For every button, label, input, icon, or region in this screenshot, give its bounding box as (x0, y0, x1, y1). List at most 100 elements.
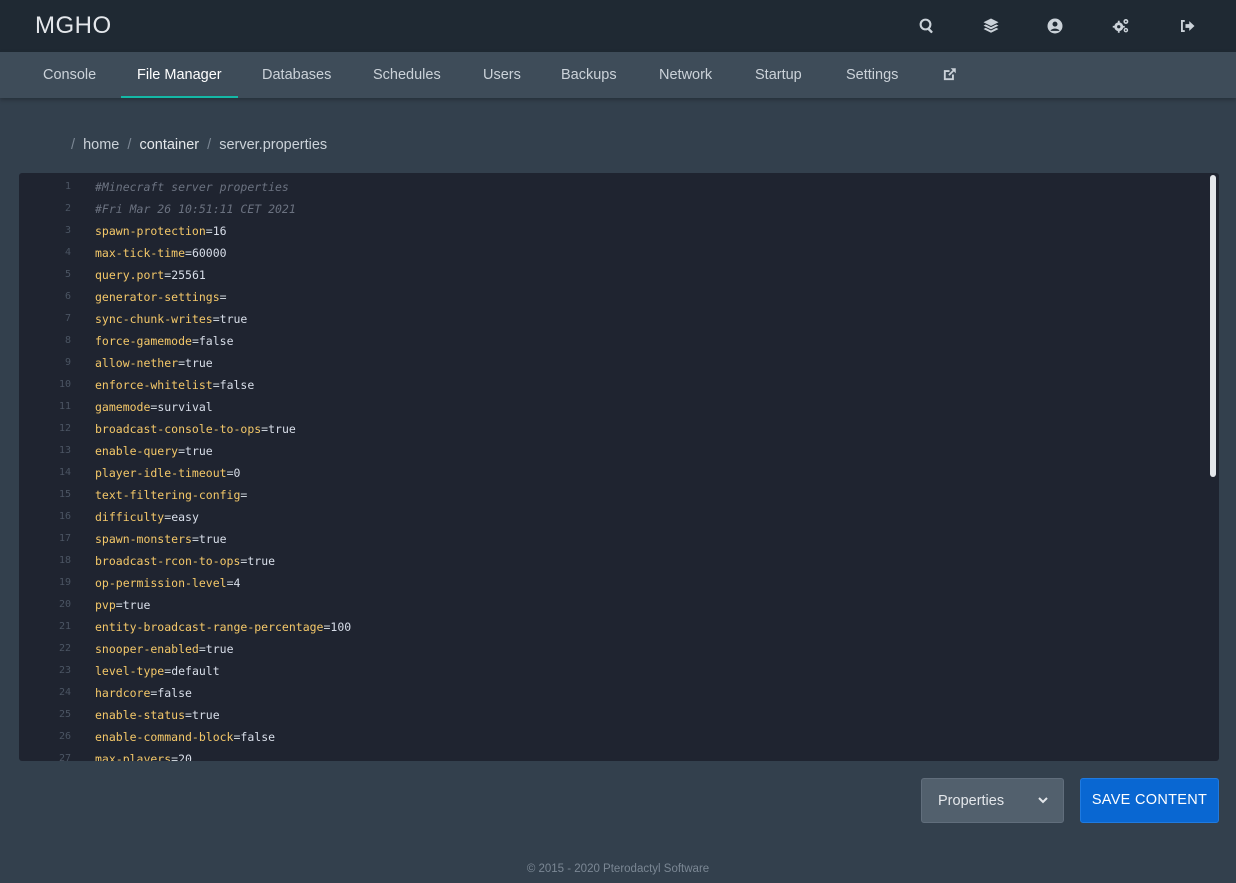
code-line[interactable]: 8 force-gamemode=false (19, 330, 1209, 352)
line-number: 19 (58, 577, 71, 588)
external-link-icon[interactable] (942, 67, 958, 83)
search-icon[interactable] (915, 14, 939, 38)
chevron-down-icon (1037, 794, 1049, 806)
code-text: enable-command-block=false (95, 730, 276, 744)
tab-backups[interactable]: Backups (561, 52, 617, 98)
save-content-button[interactable]: SAVE CONTENT (1080, 778, 1219, 823)
line-number: 25 (58, 709, 71, 720)
code-line[interactable]: 20 pvp=true (19, 594, 1209, 616)
code-line[interactable]: 23 level-type=default (19, 660, 1209, 682)
breadcrumb-separator: / (127, 137, 132, 153)
line-number: 20 (58, 599, 71, 610)
code-editor[interactable]: 1 #Minecraft server properties 2 #Fri Mar 2… (19, 173, 1219, 761)
breadcrumb-container[interactable]: container (139, 137, 199, 153)
code-line[interactable]: 16 difficulty=easy (19, 506, 1209, 528)
code-text: player-idle-timeout=0 (95, 466, 241, 480)
breadcrumb-separator: / (207, 137, 212, 153)
breadcrumb-separator: / (71, 137, 76, 153)
code-line[interactable]: 25 enable-status=true (19, 704, 1209, 726)
code-line[interactable]: 17 spawn-monsters=true (19, 528, 1209, 550)
line-number: 9 (64, 357, 71, 368)
top-bar: MGHO (0, 0, 1236, 52)
code-line[interactable]: 12 broadcast-console-to-ops=true (19, 418, 1209, 440)
tab-settings[interactable]: Settings (846, 52, 898, 98)
code-line[interactable]: 6 generator-settings= (19, 286, 1209, 308)
line-number: 14 (58, 467, 71, 478)
layers-icon[interactable] (979, 14, 1003, 38)
code-line[interactable]: 3 spawn-protection=16 (19, 220, 1209, 242)
line-number: 23 (58, 665, 71, 676)
tab-network[interactable]: Network (659, 52, 712, 98)
line-number: 1 (64, 181, 71, 192)
line-number: 8 (64, 335, 71, 346)
tab-console[interactable]: Console (43, 52, 96, 98)
code-text: max-players=20 (95, 752, 192, 761)
code-text: gamemode=survival (95, 400, 213, 414)
line-number: 2 (64, 203, 71, 214)
brand-logo[interactable]: MGHO (35, 12, 112, 40)
gears-icon[interactable] (1109, 14, 1133, 38)
code-text: snooper-enabled=true (95, 642, 234, 656)
code-text: level-type=default (95, 664, 220, 678)
code-line[interactable]: 13 enable-query=true (19, 440, 1209, 462)
file-mode-select-value: Properties (938, 792, 1005, 809)
code-text: enable-query=true (95, 444, 213, 458)
line-number: 17 (58, 533, 71, 544)
editor-lines[interactable]: 1 #Minecraft server properties 2 #Fri Mar 2… (19, 176, 1209, 761)
code-text: enforce-whitelist=false (95, 378, 255, 392)
code-text: query.port=25561 (95, 268, 206, 282)
code-line[interactable]: 11 gamemode=survival (19, 396, 1209, 418)
user-icon[interactable] (1043, 14, 1067, 38)
tab-file-manager[interactable]: File Manager (121, 52, 238, 98)
editor-scrollbar[interactable] (1210, 175, 1216, 477)
tab-databases[interactable]: Databases (262, 52, 331, 98)
line-number: 21 (58, 621, 71, 632)
code-line[interactable]: 7 sync-chunk-writes=true (19, 308, 1209, 330)
code-line[interactable]: 19 op-permission-level=4 (19, 572, 1209, 594)
breadcrumb-home[interactable]: home (83, 137, 119, 153)
code-line[interactable]: 22 snooper-enabled=true (19, 638, 1209, 660)
line-number: 26 (58, 731, 71, 742)
code-text: enable-status=true (95, 708, 220, 722)
code-text: #Fri Mar 26 10:51:11 CET 2021 (95, 202, 296, 216)
line-number: 11 (58, 401, 71, 412)
tab-users[interactable]: Users (483, 52, 521, 98)
line-number: 24 (58, 687, 71, 698)
code-text: hardcore=false (95, 686, 192, 700)
code-line[interactable]: 1 #Minecraft server properties (19, 176, 1209, 198)
code-line[interactable]: 15 text-filtering-config= (19, 484, 1209, 506)
tab-startup[interactable]: Startup (755, 52, 802, 98)
code-text: broadcast-console-to-ops=true (95, 422, 296, 436)
code-line[interactable]: 21 entity-broadcast-range-percentage=100 (19, 616, 1209, 638)
breadcrumb: / home / container / server.properties (67, 137, 327, 153)
footer-copyright: © 2015 - 2020 Pterodactyl Software (526, 863, 710, 875)
logout-icon[interactable] (1175, 14, 1199, 38)
code-line[interactable]: 26 enable-command-block=false (19, 726, 1209, 748)
code-line[interactable]: 24 hardcore=false (19, 682, 1209, 704)
code-line[interactable]: 2 #Fri Mar 26 10:51:11 CET 2021 (19, 198, 1209, 220)
line-number: 7 (64, 313, 71, 324)
code-text: entity-broadcast-range-percentage=100 (95, 620, 352, 634)
code-line[interactable]: 4 max-tick-time=60000 (19, 242, 1209, 264)
code-text: #Minecraft server properties (95, 180, 289, 194)
code-line[interactable]: 14 player-idle-timeout=0 (19, 462, 1209, 484)
server-nav: Console File Manager Databases Schedules… (0, 52, 1236, 98)
code-text: max-tick-time=60000 (95, 246, 227, 260)
line-number: 16 (58, 511, 71, 522)
code-text: force-gamemode=false (95, 334, 234, 348)
code-line[interactable]: 10 enforce-whitelist=false (19, 374, 1209, 396)
code-text: op-permission-level=4 (95, 576, 241, 590)
breadcrumb-current-file: server.properties (219, 137, 328, 153)
code-line[interactable]: 5 query.port=25561 (19, 264, 1209, 286)
code-line[interactable]: 18 broadcast-rcon-to-ops=true (19, 550, 1209, 572)
line-number: 5 (64, 269, 71, 280)
file-mode-select[interactable]: Properties (921, 778, 1064, 823)
code-text: allow-nether=true (95, 356, 213, 370)
tab-schedules[interactable]: Schedules (373, 52, 441, 98)
line-number: 3 (64, 225, 71, 236)
code-text: pvp=true (95, 598, 151, 612)
code-line[interactable]: 27 max-players=20 (19, 748, 1209, 761)
line-number: 10 (58, 379, 71, 390)
code-text: broadcast-rcon-to-ops=true (95, 554, 276, 568)
code-line[interactable]: 9 allow-nether=true (19, 352, 1209, 374)
